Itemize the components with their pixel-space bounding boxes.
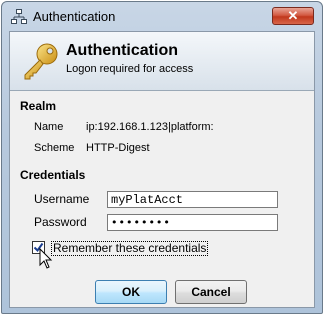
realm-scheme-value: HTTP-Digest	[86, 142, 150, 154]
banner-title: Authentication	[66, 42, 178, 59]
credentials-heading: Credentials	[20, 168, 86, 182]
close-icon: ✕	[287, 8, 299, 23]
close-button[interactable]: ✕	[272, 7, 314, 25]
realm-heading: Realm	[20, 99, 57, 113]
authentication-dialog: Authentication ✕ Authentication Logon re…	[1, 1, 323, 314]
username-field[interactable]	[107, 191, 278, 208]
key-icon	[20, 42, 60, 82]
cancel-button[interactable]: Cancel	[175, 280, 247, 304]
ok-button[interactable]: OK	[95, 280, 167, 304]
window-title: Authentication	[33, 9, 116, 24]
header-banner: Authentication Logon required for access	[10, 32, 314, 91]
realm-name-value: ip:192.168.1.123|platform:	[86, 121, 214, 133]
title-bar[interactable]: Authentication ✕	[2, 2, 322, 32]
realm-name-label: Name	[34, 121, 64, 133]
remember-label[interactable]: Remember these credentials	[51, 241, 209, 256]
mouse-cursor-icon	[39, 247, 53, 270]
network-icon	[11, 9, 27, 25]
password-field[interactable]	[107, 214, 278, 231]
password-label: Password	[34, 215, 87, 229]
banner-subtitle: Logon required for access	[66, 63, 194, 75]
realm-scheme-label: Scheme	[34, 142, 75, 154]
username-label: Username	[34, 192, 90, 206]
dialog-content: Authentication Logon required for access…	[9, 31, 315, 308]
